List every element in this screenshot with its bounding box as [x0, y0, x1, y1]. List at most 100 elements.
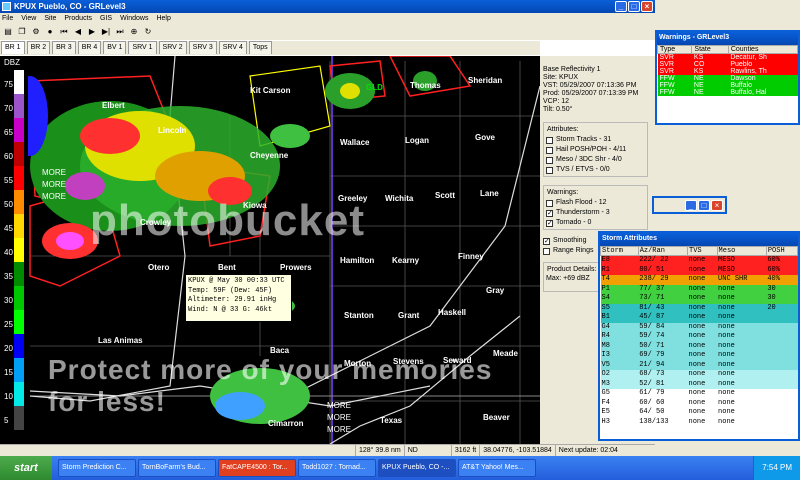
tvs-checkbox[interactable]: TVS / ETVS - 0/0	[546, 165, 645, 175]
storm-attributes-window[interactable]: Storm Attributes Storm Az/Ran TVS Meso P…	[598, 231, 800, 441]
tab-bv1[interactable]: BV 1	[103, 41, 127, 54]
tab-tops[interactable]: Tops	[248, 41, 272, 54]
tab-srv4[interactable]: SRV 4	[218, 41, 247, 54]
maximize-button[interactable]: □	[698, 200, 710, 211]
thunderstorm-checkbox[interactable]: ✓ Thunderstorm - 3	[546, 208, 645, 218]
tab-br1[interactable]: BR 1	[1, 41, 25, 54]
loop-icon[interactable]: ↻	[143, 27, 153, 37]
taskbar-item[interactable]: FatCAPE4500 : Tor...	[218, 459, 296, 477]
column-header[interactable]: TVS	[687, 246, 718, 256]
storm-row[interactable]: P1 77/ 37 none none 30	[600, 284, 798, 294]
storm-row[interactable]: R1 80/ 51 none MESO 60%	[600, 265, 798, 275]
storm-row[interactable]: H3 138/133 none none	[600, 417, 798, 427]
storm-cell: I3	[601, 351, 610, 359]
storm-row[interactable]: G4 59/ 84 none none	[600, 322, 798, 332]
storm-row[interactable]: B1 45/ 87 none none	[600, 313, 798, 323]
menu-windows[interactable]: Windows	[120, 13, 148, 24]
storm-row[interactable]: T4 238/ 29 none UNC SHR 40%	[600, 275, 798, 285]
column-header[interactable]: Storm	[600, 246, 639, 256]
copy-icon[interactable]: ❐	[17, 27, 27, 37]
meso-checkbox[interactable]: Meso / 3DC Shr - 4/0	[546, 155, 645, 165]
storm-row[interactable]: M3 52/ 81 none none	[600, 379, 798, 389]
warning-cell: Buffalo, Hal	[730, 89, 767, 96]
clock[interactable]: 7:54 PM	[762, 463, 792, 472]
tab-srv3[interactable]: SRV 3	[188, 41, 217, 54]
column-header[interactable]: Meso	[716, 246, 767, 256]
storm-row[interactable]: M8 50/ 71 none none	[600, 341, 798, 351]
column-header[interactable]: Counties	[727, 45, 799, 54]
last-frame-icon[interactable]: ⏭	[115, 27, 125, 37]
record-icon[interactable]: ●	[45, 27, 55, 37]
warnings-window[interactable]: Warnings - GRLevel3 Type State Counties …	[655, 30, 800, 125]
taskbar-item[interactable]: Todd1027 : Tornad...	[298, 459, 376, 477]
warning-row[interactable]: FFW NE Buffalo	[657, 82, 798, 89]
storm-cell: none	[688, 408, 706, 416]
storm-row[interactable]: I3 69/ 79 none none	[600, 351, 798, 361]
column-header[interactable]: Type	[656, 45, 693, 54]
settings-icon[interactable]: ⚙	[31, 27, 41, 37]
warning-row[interactable]: SVR KS Decatur, Sh	[657, 53, 798, 61]
zoom-icon[interactable]: ⊕	[129, 27, 139, 37]
taskbar-item[interactable]: TornBoFarm's Bud...	[138, 459, 216, 477]
storm-row[interactable]: V5 21/ 94 none none	[600, 360, 798, 370]
menu-view[interactable]: View	[21, 13, 36, 24]
column-header[interactable]: State	[691, 45, 729, 54]
colorbar-segment	[14, 118, 24, 142]
play-icon[interactable]: ▶	[87, 27, 97, 37]
warning-row[interactable]: FFW NE Dawson	[657, 75, 798, 82]
storm-row[interactable]: S5 81/ 43 none none 20	[600, 303, 798, 313]
storm-cell: B1	[601, 313, 610, 321]
storm-row[interactable]: S4 73/ 71 none none 30	[600, 294, 798, 304]
menu-help[interactable]: Help	[156, 13, 170, 24]
storm-row[interactable]: E8 222/ 22 none MESO 60%	[600, 255, 798, 266]
close-button[interactable]: ×	[711, 200, 723, 211]
hail-checkbox[interactable]: Hail POSH/POH - 4/11	[546, 145, 645, 155]
maximize-button[interactable]: □	[628, 1, 640, 12]
radar-map[interactable]: Kit Carson Elbert Lincoln Cheyenne Walla…	[0, 56, 540, 444]
county-label: Wichita	[385, 194, 414, 203]
tab-br2[interactable]: BR 2	[26, 41, 51, 54]
taskbar-item[interactable]: AT&T Yahoo! Mes...	[458, 459, 536, 477]
next-frame-icon[interactable]: ▶|	[101, 27, 111, 37]
storm-row[interactable]: O2 68/ 73 none none	[600, 370, 798, 380]
storm-row[interactable]: F4 60/ 60 none none	[600, 398, 798, 408]
storm-cell: none	[688, 313, 706, 321]
start-button[interactable]: start	[0, 456, 52, 480]
warning-row[interactable]: FFW NE Buffalo, Hal	[657, 89, 798, 96]
flash-flood-checkbox[interactable]: Flash Flood - 12	[546, 198, 645, 208]
column-header[interactable]: POSH	[765, 246, 799, 256]
colorbar-tick: 55	[4, 176, 13, 185]
tab-srv1[interactable]: SRV 1	[128, 41, 157, 54]
menu-gis[interactable]: GIS	[100, 13, 112, 24]
column-header[interactable]: Az/Ran	[637, 246, 689, 256]
taskbar-item[interactable]: KPUX Pueblo, CO -...	[378, 459, 456, 477]
close-button[interactable]: ×	[641, 1, 653, 12]
taskbar-item[interactable]: Storm Prediction C...	[58, 459, 136, 477]
menu-file[interactable]: File	[2, 13, 13, 24]
menu-site[interactable]: Site	[44, 13, 56, 24]
tooltip-line: KPUX @ May 30 00:33 UTC	[188, 277, 285, 285]
menu-products[interactable]: Products	[64, 13, 92, 24]
tornado-checkbox[interactable]: ✓ Tornado - 0	[546, 218, 645, 228]
storm-cell: none	[718, 379, 735, 388]
minimize-button[interactable]: _	[685, 200, 697, 211]
warning-row[interactable]: SVR CO Pueblo	[657, 61, 798, 68]
system-tray: 7:54 PM	[753, 456, 800, 480]
product-tabs: BR 1 BR 2 BR 3 BR 4 BV 1 SRV 1 SRV 2 SRV…	[0, 41, 540, 55]
warning-row[interactable]: SVR KS Rawlins, Th	[657, 68, 798, 75]
storm-tracks-checkbox[interactable]: Storm Tracks - 31	[546, 135, 645, 145]
minimize-button[interactable]: _	[615, 1, 627, 12]
tab-br3[interactable]: BR 3	[52, 41, 76, 54]
storm-cell: none	[718, 398, 735, 407]
prev-frame-icon[interactable]: ◀	[73, 27, 83, 37]
tab-br4[interactable]: BR 4	[77, 41, 102, 54]
first-frame-icon[interactable]: ⏮	[59, 27, 69, 37]
colorbar-tick: 40	[4, 248, 13, 257]
open-icon[interactable]: ▤	[3, 27, 13, 37]
storm-row[interactable]: E5 64/ 50 none none	[600, 408, 798, 418]
tab-srv2[interactable]: SRV 2	[158, 41, 187, 54]
storm-row[interactable]: G5 61/ 79 none none	[600, 389, 798, 399]
minimized-window[interactable]: _ □ ×	[652, 196, 727, 214]
storm-cell: none	[688, 275, 706, 283]
storm-row[interactable]: R4 59/ 74 none none	[600, 332, 798, 342]
